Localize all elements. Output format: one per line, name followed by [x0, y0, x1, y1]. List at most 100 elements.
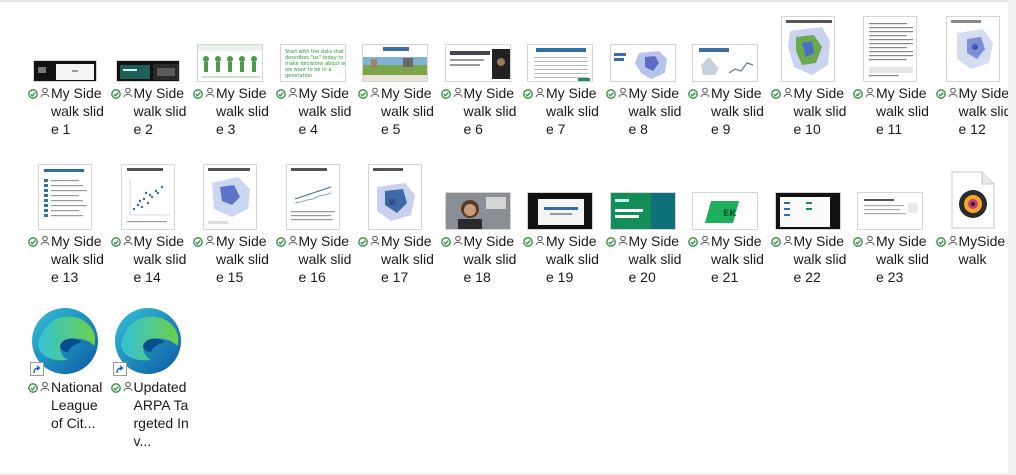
- sync-check-icon: [275, 234, 286, 252]
- file-item-s14[interactable]: My Sidewalk slide 14: [110, 162, 194, 308]
- file-item-s21[interactable]: EK My Sidewalk slide 21: [688, 162, 771, 308]
- file-item-s1[interactable]: My Sidewalk slide 1: [28, 14, 111, 162]
- status-badges: [28, 85, 50, 99]
- slide-thumbnail: Start with the data that describes "us" t…: [279, 44, 346, 82]
- file-thumbnail-container[interactable]: [111, 14, 185, 82]
- file-thumbnail-container[interactable]: [606, 162, 680, 230]
- file-thumbnail-container[interactable]: [523, 162, 597, 230]
- status-badges: [110, 379, 133, 393]
- file-item-s9[interactable]: My Sidewalk slide 9: [688, 14, 771, 162]
- file-thumbnail-container[interactable]: [111, 308, 185, 376]
- file-item-s15[interactable]: My Sidewalk slide 15: [193, 162, 276, 308]
- file-thumbnail-container[interactable]: [276, 162, 350, 230]
- file-thumbnail-container[interactable]: [441, 14, 515, 82]
- slide-thumbnail: [692, 44, 758, 82]
- file-thumbnail-container[interactable]: [111, 162, 185, 230]
- file-item-s10[interactable]: My Sidewalk slide 10: [770, 14, 854, 162]
- shared-user-icon: [948, 85, 958, 103]
- file-thumbnail-container[interactable]: [193, 162, 267, 230]
- file-thumbnail-container[interactable]: [771, 162, 845, 230]
- file-item-mysidewalk[interactable]: MySidewalk: [935, 162, 1016, 308]
- file-thumbnail-container[interactable]: [771, 14, 845, 82]
- sync-check-icon: [935, 234, 946, 252]
- file-item-s12[interactable]: My Sidewalk slide 12: [935, 14, 1016, 162]
- file-thumbnail-container[interactable]: [28, 162, 102, 230]
- file-name-label: Updated ARPA Targeted Inv...: [133, 379, 189, 449]
- file-item-s16[interactable]: My Sidewalk slide 16: [275, 162, 359, 308]
- file-thumbnail-container[interactable]: [28, 308, 102, 376]
- file-thumbnail-container[interactable]: [936, 14, 1010, 82]
- sync-check-icon: [770, 86, 781, 104]
- file-item-s18[interactable]: My Sidewalk slide 18: [440, 162, 524, 308]
- shared-user-icon: [783, 233, 793, 251]
- file-item-s22[interactable]: My Sidewalk slide 22: [770, 162, 854, 308]
- file-name-label: My Sidewalk slide 11: [876, 85, 929, 137]
- slide-thumbnail: [609, 192, 676, 230]
- file-item-s13[interactable]: My Sidewalk slide 13: [28, 162, 111, 308]
- file-item-nlc[interactable]: National League of Cit...: [28, 308, 111, 454]
- file-item-s7[interactable]: My Sidewalk slide 7: [523, 14, 606, 162]
- slide-thumbnail: [444, 44, 511, 82]
- shared-user-icon: [40, 233, 50, 251]
- shared-user-icon: [453, 85, 463, 103]
- slide-thumbnail: [863, 16, 917, 82]
- file-thumbnail-container[interactable]: [936, 162, 1010, 230]
- sync-check-icon: [28, 234, 38, 252]
- sync-check-icon: [28, 380, 38, 398]
- file-thumbnail-container[interactable]: [193, 14, 267, 82]
- sync-check-icon: [193, 86, 203, 104]
- svg-text:generation: generation: [285, 73, 312, 79]
- file-item-s5[interactable]: My Sidewalk slide 5: [358, 14, 441, 162]
- sync-check-icon: [605, 234, 616, 252]
- scrollbar-track[interactable]: [1008, 0, 1016, 475]
- slide-thumbnail: [774, 192, 841, 230]
- file-item-s19[interactable]: My Sidewalk slide 19: [523, 162, 606, 308]
- file-thumbnail-container[interactable]: [606, 14, 680, 82]
- file-item-s17[interactable]: My Sidewalk slide 17: [358, 162, 441, 308]
- slide-thumbnail: [115, 60, 180, 82]
- shared-user-icon: [370, 233, 380, 251]
- file-item-s3[interactable]: My Sidewalk slide 3: [193, 14, 276, 162]
- file-name-label: My Sidewalk slide 8: [628, 85, 682, 137]
- file-thumbnail-container[interactable]: [853, 162, 927, 230]
- file-item-arpa[interactable]: Updated ARPA Targeted Inv...: [110, 308, 194, 454]
- file-item-s23[interactable]: My Sidewalk slide 23: [853, 162, 936, 308]
- file-item-s20[interactable]: My Sidewalk slide 20: [605, 162, 689, 308]
- slide-thumbnail: [203, 164, 257, 230]
- status-badges: [853, 85, 875, 99]
- shared-user-icon: [288, 233, 298, 251]
- shared-user-icon: [453, 233, 463, 251]
- file-thumbnail-container[interactable]: Start with the data that describes "us" t…: [276, 14, 350, 82]
- file-name-label: My Sidewalk slide 20: [628, 233, 682, 285]
- file-thumbnail-container[interactable]: [358, 162, 432, 230]
- file-thumbnail-container[interactable]: [523, 14, 597, 82]
- status-badges: [688, 85, 710, 99]
- slide-thumbnail: [38, 164, 92, 230]
- file-thumbnail-container[interactable]: [358, 14, 432, 82]
- file-thumbnail-container[interactable]: [853, 14, 927, 82]
- slide-thumbnail: [120, 164, 175, 230]
- shared-user-icon: [535, 85, 545, 103]
- sync-check-icon: [193, 234, 203, 252]
- file-view-pane: My Sidewalk slide 1 My Sidewalk slide 2 My…: [0, 2, 1011, 473]
- file-thumbnail-container[interactable]: [688, 14, 762, 82]
- file-name-label: My Sidewalk slide 10: [793, 85, 847, 137]
- slide-thumbnail: [609, 44, 676, 82]
- status-badges: [275, 233, 298, 247]
- sync-check-icon: [853, 234, 863, 252]
- file-thumbnail-container[interactable]: EK: [688, 162, 762, 230]
- file-item-s2[interactable]: My Sidewalk slide 2: [110, 14, 194, 162]
- sync-check-icon: [605, 86, 616, 104]
- file-thumbnail-container[interactable]: [441, 162, 515, 230]
- status-badges: [523, 85, 545, 99]
- file-name-label: My Sidewalk slide 1: [51, 85, 104, 137]
- file-item-s8[interactable]: My Sidewalk slide 8: [605, 14, 689, 162]
- file-thumbnail-container[interactable]: [28, 14, 102, 82]
- status-badges: [358, 233, 380, 247]
- file-item-s6[interactable]: My Sidewalk slide 6: [440, 14, 524, 162]
- file-name-label: My Sidewalk slide 5: [381, 85, 434, 137]
- file-item-s4[interactable]: Start with the data that describes "us" t…: [275, 14, 359, 162]
- file-item-s11[interactable]: My Sidewalk slide 11: [853, 14, 936, 162]
- file-name-label: National League of Cit...: [51, 379, 103, 431]
- status-badges: [853, 233, 875, 247]
